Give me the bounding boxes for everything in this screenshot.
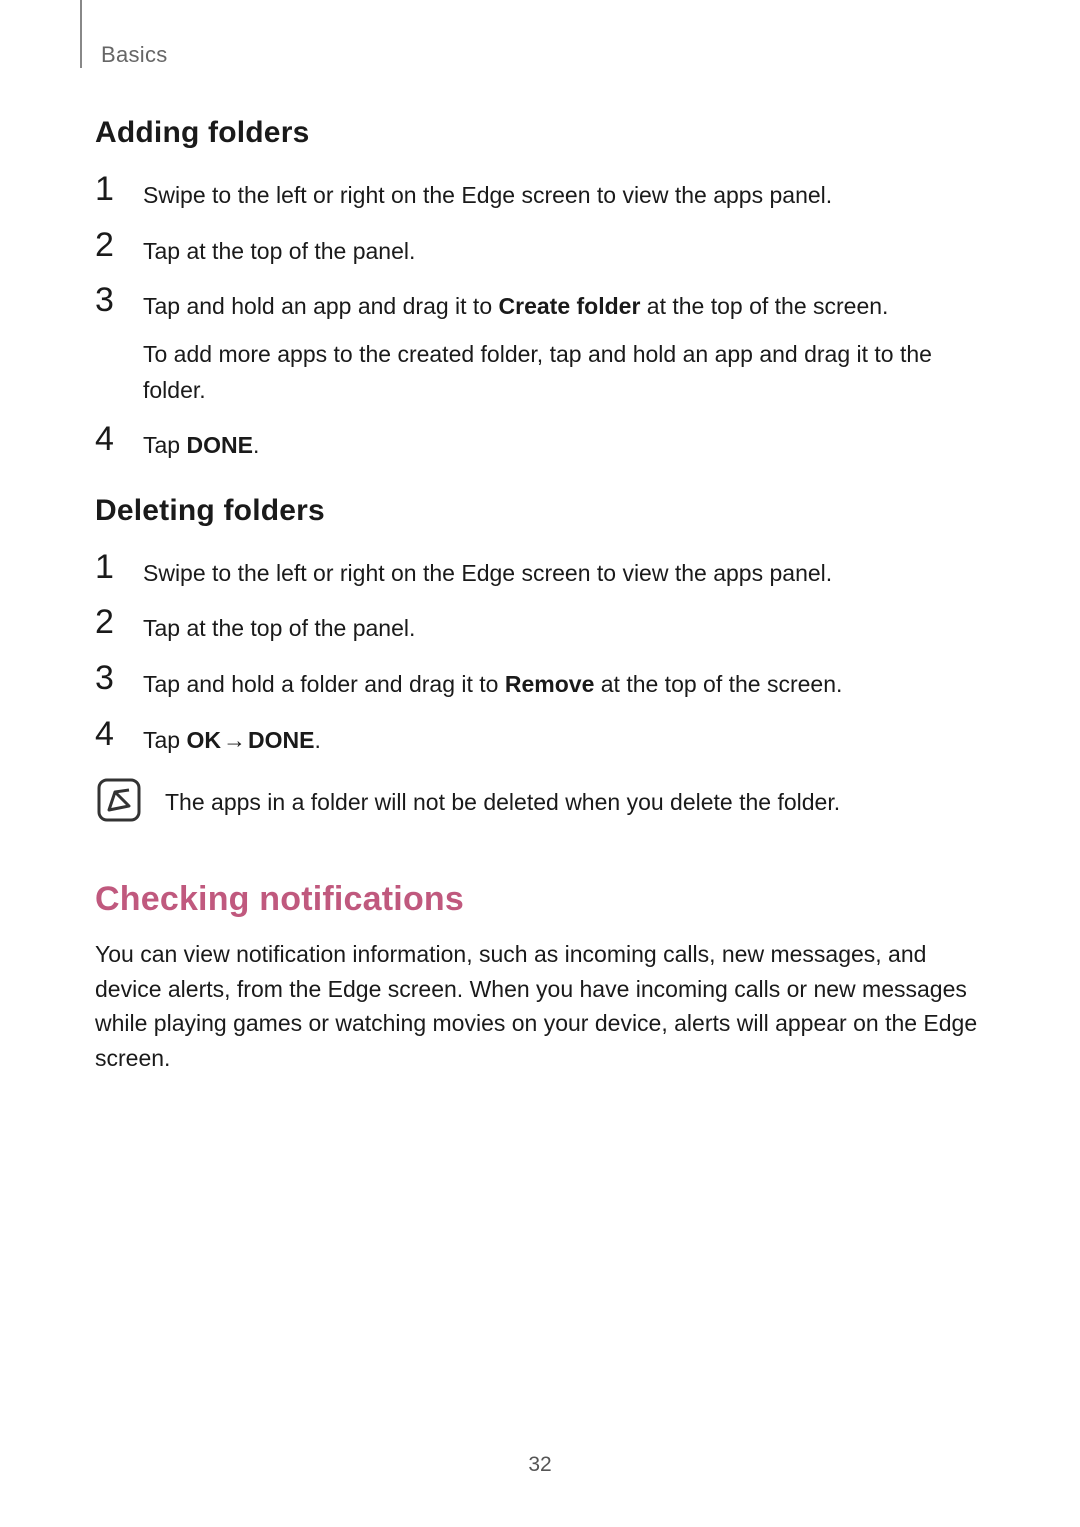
step-text: Tap DONE.	[143, 422, 259, 464]
step-subtext: To add more apps to the created folder, …	[143, 337, 985, 408]
header-divider	[80, 0, 82, 68]
note-text: The apps in a folder will not be deleted…	[165, 776, 840, 818]
step-text: Tap and hold a folder and drag it to Rem…	[143, 661, 842, 703]
text-fragment: Tap	[143, 727, 186, 753]
bold-text: OK	[186, 727, 221, 753]
bold-text: DONE	[248, 727, 314, 753]
bold-text: DONE	[186, 432, 252, 458]
text-fragment: .	[314, 727, 320, 753]
step-number: 3	[95, 661, 143, 695]
bold-text: Remove	[505, 671, 594, 697]
step-text: Swipe to the left or right on the Edge s…	[143, 550, 832, 592]
step-adding-1: 1 Swipe to the left or right on the Edge…	[95, 172, 985, 214]
step-number: 2	[95, 228, 143, 262]
breadcrumb: Basics	[95, 42, 985, 68]
note-icon	[95, 776, 143, 824]
page-number: 32	[0, 1453, 1080, 1477]
step-text: Tap and hold an app and drag it to Creat…	[143, 283, 985, 408]
step-text: Tap at the top of the panel.	[143, 605, 415, 647]
step-text: Tap OK → DONE.	[143, 717, 321, 759]
step-deleting-3: 3 Tap and hold a folder and drag it to R…	[95, 661, 985, 703]
heading-checking-notifications: Checking notifications	[95, 880, 985, 919]
paragraph-checking-notifications: You can view notification information, s…	[95, 937, 985, 1075]
bold-text: Create folder	[499, 293, 641, 319]
text-fragment: .	[253, 432, 259, 458]
text-fragment: at the top of the screen.	[640, 293, 888, 319]
step-number: 4	[95, 717, 143, 751]
arrow-icon: →	[221, 723, 248, 759]
text-fragment: at the top of the screen.	[594, 671, 842, 697]
heading-adding-folders: Adding folders	[95, 116, 985, 150]
step-number: 2	[95, 605, 143, 639]
text-fragment: Tap	[143, 238, 186, 264]
text-fragment: Tap	[143, 615, 186, 641]
note-block: The apps in a folder will not be deleted…	[95, 776, 985, 824]
text-fragment: at the top of the panel.	[186, 238, 415, 264]
step-adding-3: 3 Tap and hold an app and drag it to Cre…	[95, 283, 985, 408]
step-adding-4: 4 Tap DONE.	[95, 422, 985, 464]
step-deleting-4: 4 Tap OK → DONE.	[95, 717, 985, 759]
heading-deleting-folders: Deleting folders	[95, 494, 985, 528]
step-number: 4	[95, 422, 143, 456]
step-adding-2: 2 Tap at the top of the panel.	[95, 228, 985, 270]
step-deleting-2: 2 Tap at the top of the panel.	[95, 605, 985, 647]
step-number: 3	[95, 283, 143, 317]
step-text: Swipe to the left or right on the Edge s…	[143, 172, 832, 214]
text-fragment: Tap and hold a folder and drag it to	[143, 671, 505, 697]
text-fragment: Tap	[143, 432, 186, 458]
step-deleting-1: 1 Swipe to the left or right on the Edge…	[95, 550, 985, 592]
text-fragment: at the top of the panel.	[186, 615, 415, 641]
page-content: Basics Adding folders 1 Swipe to the lef…	[0, 0, 1080, 1075]
step-text: Tap at the top of the panel.	[143, 228, 415, 270]
text-fragment: Tap and hold an app and drag it to	[143, 293, 499, 319]
step-number: 1	[95, 172, 143, 206]
step-number: 1	[95, 550, 143, 584]
